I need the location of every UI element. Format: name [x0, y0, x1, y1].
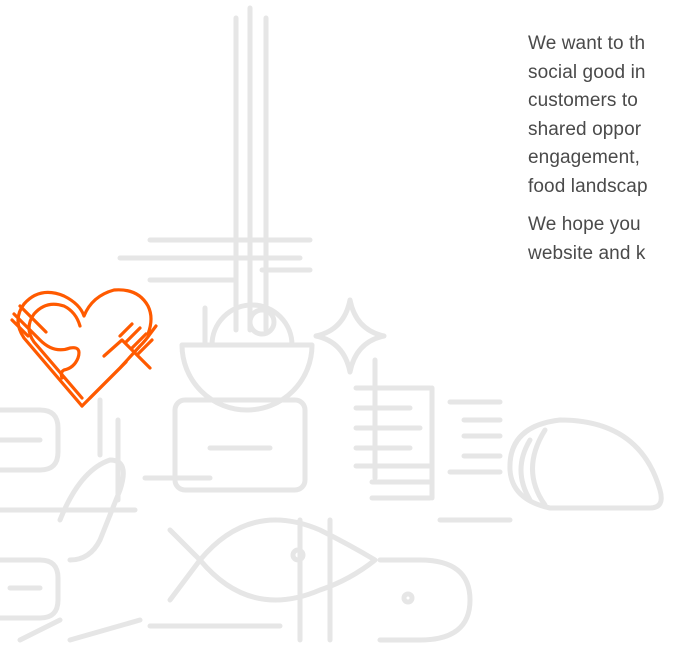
stacked-lines-icon — [353, 357, 503, 501]
bowl-icon — [179, 302, 315, 413]
text-line: food landscap — [528, 175, 648, 197]
screen-icon — [142, 397, 308, 493]
intro-text: We want to th social good in customers t… — [528, 30, 692, 268]
text-line: We want to th — [528, 33, 646, 54]
text-line: We hope you — [528, 214, 641, 235]
text-line: shared oppor — [528, 118, 642, 140]
text-line: customers to — [528, 90, 638, 111]
text-line: social good in — [528, 61, 646, 83]
hand-icon — [57, 397, 126, 563]
intro-paragraph-1: We want to th social good in customers t… — [528, 30, 692, 201]
text-line: engagement, — [528, 147, 641, 168]
bread-icon — [507, 417, 664, 511]
heart-fork-hands-logo — [10, 288, 158, 408]
intro-paragraph-2: We hope you website and k — [528, 211, 692, 268]
speech-bubble-icon — [0, 407, 61, 621]
text-line: website and k — [528, 242, 646, 264]
chopsticks-icon — [233, 5, 269, 333]
page: We want to th social good in customers t… — [0, 0, 692, 646]
fish-icon — [167, 517, 378, 603]
